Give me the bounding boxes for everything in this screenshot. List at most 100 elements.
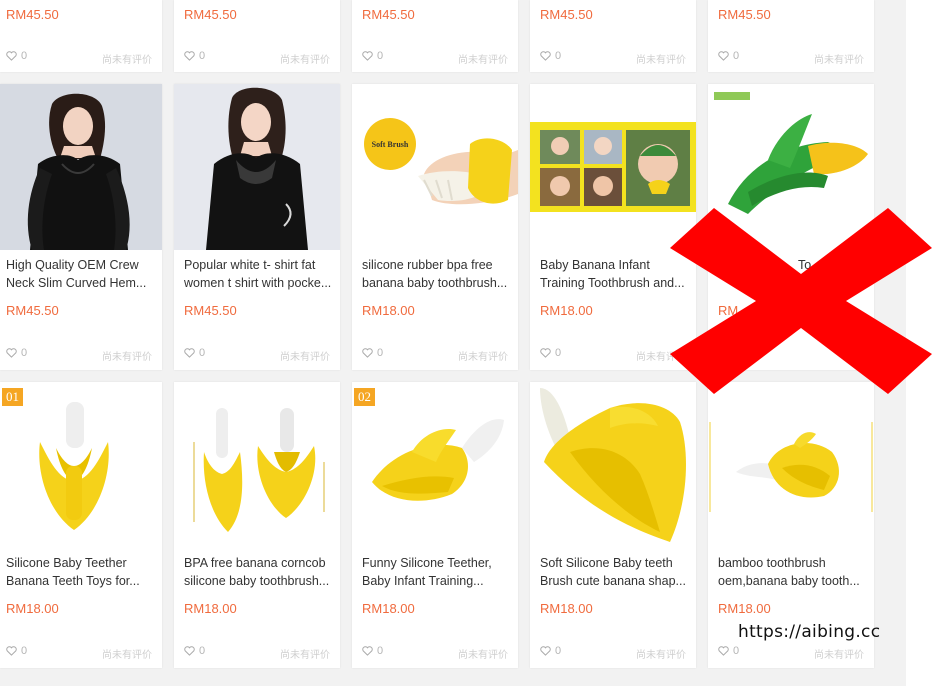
product-card[interactable]: RM45.50 0 尚未有评价 [530, 0, 696, 72]
product-title-line1: BPA free banana corncob [184, 556, 326, 570]
review-status: 尚未有评价 [102, 352, 152, 363]
like-button[interactable]: 0 [540, 347, 561, 359]
review-status: 尚未有评价 [814, 55, 864, 66]
product-card[interactable]: 02 Funny Silicone Teether, Baby Infant T… [352, 382, 518, 668]
product-title-line2: banana baby toothbrush... [362, 276, 508, 290]
heart-icon [362, 51, 373, 61]
review-status: 尚未有评价 [280, 55, 330, 66]
product-title[interactable]: Soft Silicone Baby teeth Brush cute bana… [540, 554, 690, 590]
like-count: 0 [21, 645, 28, 657]
like-button[interactable]: 0 [6, 347, 27, 359]
product-title-line2: Brush cute banana shap... [540, 574, 686, 588]
heart-icon [718, 646, 729, 656]
product-card[interactable]: RM45.50 0 尚未有评价 [708, 0, 874, 72]
product-image[interactable] [0, 84, 162, 250]
like-count: 0 [199, 347, 206, 359]
product-title-line2: Banana Teeth Toys for... [6, 574, 140, 588]
product-price: RM45.50 [362, 7, 415, 22]
image-label: Soft Brush [372, 140, 409, 149]
like-count: 0 [555, 50, 562, 62]
product-title-line2: oem,banana baby tooth... [718, 574, 860, 588]
product-price: RM18.00 [362, 601, 415, 616]
product-price: RM45.50 [184, 303, 237, 318]
like-button[interactable]: 0 [718, 50, 739, 62]
like-count: 0 [21, 50, 28, 62]
product-title[interactable]: Silicone Baby Teether Banana Teeth Toys … [6, 554, 156, 590]
product-price: RM18.00 [540, 303, 593, 318]
heart-icon [184, 51, 195, 61]
like-button[interactable]: 0 [540, 50, 561, 62]
product-card[interactable]: RM45.50 0 尚未有评价 [352, 0, 518, 72]
like-button[interactable]: 0 [184, 50, 205, 62]
product-title-line2: Baby Infant Training... [362, 574, 484, 588]
product-image[interactable]: Soft Brush [352, 84, 518, 250]
product-title-line2: silicone baby toothbrush... [184, 574, 330, 588]
like-count: 0 [555, 645, 562, 657]
product-title[interactable]: silicone rubber bpa free banana baby too… [362, 256, 512, 292]
review-status: 尚未有评价 [280, 650, 330, 661]
product-card[interactable]: RM45.50 0 尚未有评价 [174, 0, 340, 72]
heart-icon [362, 348, 373, 358]
review-status: 尚未有评价 [280, 352, 330, 363]
review-status: 尚未有评价 [636, 55, 686, 66]
product-title-line1: bamboo toothbrush [718, 556, 826, 570]
product-title-line1: Funny Silicone Teether, [362, 556, 492, 570]
like-count: 0 [377, 50, 384, 62]
product-title-line1: Soft Silicone Baby teeth [540, 556, 673, 570]
product-image[interactable] [174, 84, 340, 250]
like-button[interactable]: 0 [540, 645, 561, 657]
product-title-line1: silicone rubber bpa free [362, 258, 493, 272]
product-title[interactable]: Baby Banana Infant Training Toothbrush a… [540, 256, 690, 292]
like-button[interactable]: 0 [6, 645, 27, 657]
product-title[interactable]: bamboo toothbrush oem,banana baby tooth.… [718, 554, 868, 590]
product-card[interactable]: RM45.50 0 尚未有评价 [0, 0, 162, 72]
review-status: 尚未有评价 [458, 55, 508, 66]
red-x-icon [670, 208, 932, 394]
product-title[interactable]: High Quality OEM Crew Neck Slim Curved H… [6, 256, 156, 292]
review-status: 尚未有评价 [814, 650, 864, 661]
like-button[interactable]: 0 [362, 645, 383, 657]
product-price: RM18.00 [718, 601, 771, 616]
product-image[interactable] [352, 382, 518, 548]
product-title[interactable]: BPA free banana corncob silicone baby to… [184, 554, 334, 590]
product-title[interactable]: Popular white t- shirt fat women t shirt… [184, 256, 334, 292]
like-button[interactable]: 0 [362, 50, 383, 62]
product-card[interactable]: Soft Brush silicone rubber bpa free bana… [352, 84, 518, 370]
product-price: RM18.00 [184, 601, 237, 616]
heart-icon [184, 646, 195, 656]
heart-icon [6, 646, 17, 656]
like-count: 0 [21, 347, 28, 359]
product-card[interactable]: Soft Silicone Baby teeth Brush cute bana… [530, 382, 696, 668]
product-card[interactable]: Popular white t- shirt fat women t shirt… [174, 84, 340, 370]
like-count: 0 [555, 347, 562, 359]
product-image[interactable] [0, 382, 162, 548]
like-count: 0 [199, 645, 206, 657]
review-status: 尚未有评价 [102, 55, 152, 66]
product-image[interactable] [530, 382, 696, 548]
heart-icon [540, 646, 551, 656]
review-status: 尚未有评价 [458, 650, 508, 661]
like-button[interactable]: 0 [362, 347, 383, 359]
like-count: 0 [733, 50, 740, 62]
like-button[interactable]: 0 [184, 645, 205, 657]
like-button[interactable]: 0 [184, 347, 205, 359]
product-price: RM45.50 [6, 303, 59, 318]
product-title-line1: Silicone Baby Teether [6, 556, 127, 570]
heart-icon [6, 348, 17, 358]
rank-badge: 01 [2, 388, 23, 406]
heart-icon [540, 348, 551, 358]
heart-icon [362, 646, 373, 656]
product-title-line2: women t shirt with pocke... [184, 276, 332, 290]
product-title-line2: Training Toothbrush and... [540, 276, 685, 290]
product-image[interactable] [708, 382, 874, 548]
product-image[interactable] [174, 382, 340, 548]
like-button[interactable]: 0 [718, 645, 739, 657]
product-card[interactable]: 01 Silicone Baby Teether Banana Teeth To… [0, 382, 162, 668]
product-price: RM18.00 [540, 601, 593, 616]
like-button[interactable]: 0 [6, 50, 27, 62]
product-card[interactable]: High Quality OEM Crew Neck Slim Curved H… [0, 84, 162, 370]
like-count: 0 [377, 347, 384, 359]
heart-icon [540, 51, 551, 61]
product-card[interactable]: BPA free banana corncob silicone baby to… [174, 382, 340, 668]
product-title[interactable]: Funny Silicone Teether, Baby Infant Trai… [362, 554, 512, 590]
